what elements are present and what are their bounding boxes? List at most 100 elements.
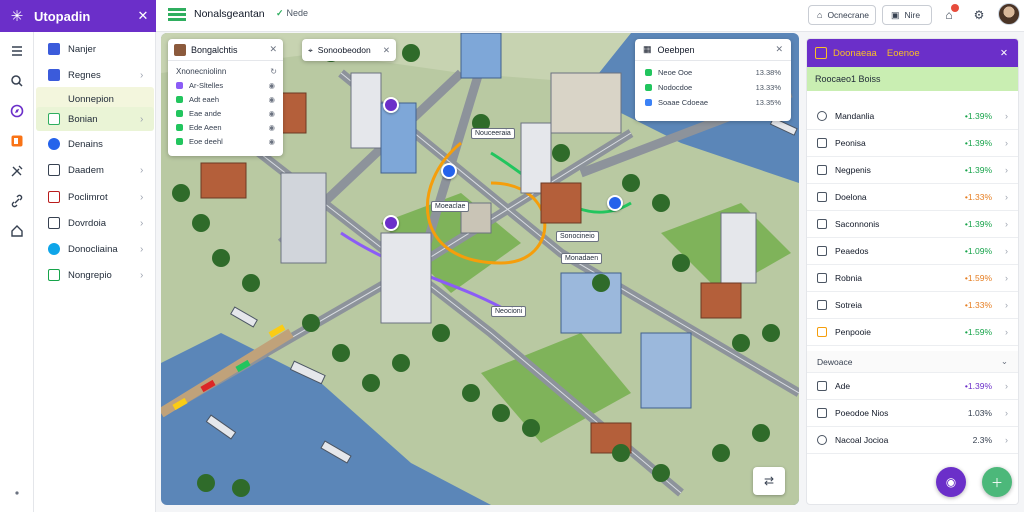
eye-icon[interactable]: ◉ (268, 109, 275, 118)
layer-item[interactable]: Nodocdoe 13.33% (635, 80, 791, 95)
layers-icon[interactable] (8, 132, 26, 150)
sidebar-item-9[interactable]: Nongrepio › (36, 263, 154, 287)
nav-icon (48, 191, 60, 203)
sidebar-item-3[interactable]: Bonian › (36, 107, 154, 131)
filter-button[interactable]: ▣ Nire (882, 5, 932, 25)
close-icon[interactable]: ✕ (130, 8, 156, 24)
sidebar-item-label: Denains (68, 138, 103, 150)
sidebar-item-5[interactable]: Daadem › (36, 158, 154, 182)
layer-item[interactable]: Neoe Ooe 13.38% (635, 65, 791, 80)
row-icon (817, 327, 827, 337)
stat-row[interactable]: Mandanlia •1.39% › (807, 103, 1018, 130)
link-icon[interactable] (8, 192, 26, 210)
search-icon[interactable] (8, 72, 26, 90)
stat-row[interactable]: Peaedos •1.09% › (807, 238, 1018, 265)
map-label[interactable]: Sonocineio (556, 231, 599, 242)
stat-row[interactable]: Robnia •1.59% › (807, 265, 1018, 292)
close-icon[interactable]: ✕ (383, 45, 390, 56)
map-search-box[interactable]: ⌖ Sonoobeodon ✕ (302, 39, 396, 61)
stat-row[interactable]: Sotreia •1.33% › (807, 292, 1018, 319)
sidebar-item-6[interactable]: Poclimrot › (36, 185, 154, 209)
layer-item[interactable]: Soaae Cdoeae 13.35% (635, 95, 791, 110)
stat-row[interactable]: Poeodoe Nios 1.03% › (807, 400, 1018, 427)
chevron-right-icon: › (1005, 435, 1008, 445)
sidebar-item-4[interactable]: Denains (36, 132, 154, 156)
stat-row[interactable]: Doelona •1.33% › (807, 184, 1018, 211)
layers-header: ▦ Oeebpen ✕ (635, 39, 791, 61)
refresh-icon[interactable]: ↻ (270, 67, 277, 76)
sidebar-item-label: Regnes (68, 69, 101, 81)
stat-row[interactable]: Peonisa •1.39% › (807, 130, 1018, 157)
row-icon (817, 165, 827, 175)
chevron-right-icon: › (140, 217, 144, 229)
city-map[interactable]: Bongalchtis ✕ Xnonecniolinn ↻ Ar-Sltelles… (161, 33, 799, 505)
tools-icon[interactable] (8, 162, 26, 180)
legend-item[interactable]: Ar-Sltelles ◉ (168, 78, 283, 92)
map-pin[interactable] (383, 97, 399, 113)
legend-item[interactable]: Ede Aeen ◉ (168, 120, 283, 134)
layer-item-label: Nodocdoe (658, 83, 693, 92)
sidebar-item-8[interactable]: Donocliaina › (36, 237, 154, 261)
home-icon[interactable] (8, 222, 26, 240)
legend-swatch (176, 123, 183, 131)
stats-section-header[interactable]: Dewoace ⌄ (807, 351, 1018, 373)
add-fab-button[interactable]: ＋ (982, 467, 1012, 497)
sidebar-item-label: Nanjer (68, 43, 96, 55)
stat-row[interactable]: Nacoal Jocioa 2.3% › (807, 427, 1018, 454)
map-pin[interactable] (383, 215, 399, 231)
chevron-right-icon: › (1005, 381, 1008, 391)
map-label[interactable]: Neocioni (491, 306, 527, 317)
sidebar-item-1[interactable]: Regnes › (36, 63, 154, 87)
menu-icon[interactable] (168, 8, 186, 22)
close-icon[interactable]: ✕ (269, 44, 277, 55)
nav-icon (48, 217, 60, 229)
stat-value: •1.09% (964, 246, 992, 256)
check-icon: ✓ (276, 8, 284, 18)
chevron-right-icon: › (140, 243, 144, 255)
sidebar-item-7[interactable]: Dovrdoia › (36, 211, 154, 235)
map-pin[interactable] (441, 163, 457, 179)
route-tool-button[interactable]: ⇄ (753, 467, 785, 495)
row-icon (817, 219, 827, 229)
avatar[interactable] (998, 3, 1020, 25)
expand-icon[interactable] (8, 484, 26, 502)
row-icon (817, 138, 827, 148)
row-icon (817, 300, 827, 310)
compass-icon[interactable] (8, 102, 26, 120)
legend-swatch (176, 137, 183, 145)
stat-row[interactable]: Penpooie •1.59% › (807, 319, 1018, 346)
sidebar-item-label: Uonnepion (68, 93, 114, 105)
icon-rail (0, 32, 34, 512)
map-label[interactable]: Nouceeraia (471, 128, 515, 139)
stat-row[interactable]: Ade •1.39% › (807, 373, 1018, 400)
row-icon (817, 273, 827, 283)
legend-header: Bongalchtis ✕ (168, 39, 283, 61)
stat-row[interactable]: Saconnonis •1.39% › (807, 211, 1018, 238)
report-button[interactable]: ⌂ Ocnecrane (808, 5, 876, 25)
chat-fab-button[interactable]: ◉ (936, 467, 966, 497)
stats-panel-title: Doonaeaa (833, 47, 877, 59)
gear-icon[interactable]: ⚙ (970, 6, 988, 24)
close-icon[interactable]: ✕ (775, 44, 783, 55)
chevron-right-icon: › (1005, 327, 1008, 337)
map-label[interactable]: Monadaen (561, 253, 603, 264)
stats-panel-subtitle: Eoenoe (886, 47, 920, 59)
nav-icon (48, 69, 60, 81)
legend-subtitle: Xnonecniolinn (176, 67, 227, 76)
legend-item[interactable]: Eae ande ◉ (168, 106, 283, 120)
eye-icon[interactable]: ◉ (268, 81, 275, 90)
sidebar-item-0[interactable]: Nanjer (36, 37, 154, 61)
eye-icon[interactable]: ◉ (268, 123, 275, 132)
stat-value: •1.59% (964, 273, 992, 283)
close-icon[interactable]: ✕ (1000, 48, 1008, 59)
eye-icon[interactable]: ◉ (268, 137, 275, 146)
list-icon[interactable] (8, 42, 26, 60)
map-pin[interactable] (607, 195, 623, 211)
grid-icon: ▦ (643, 44, 652, 54)
stat-row[interactable]: Negpenis •1.39% › (807, 157, 1018, 184)
legend-item[interactable]: Adt eaeh ◉ (168, 92, 283, 106)
eye-icon[interactable]: ◉ (268, 95, 275, 104)
map-label[interactable]: Moeaclae (431, 201, 470, 212)
stat-value: •1.39% (964, 219, 992, 229)
legend-item[interactable]: Eoe deehl ◉ (168, 134, 283, 148)
